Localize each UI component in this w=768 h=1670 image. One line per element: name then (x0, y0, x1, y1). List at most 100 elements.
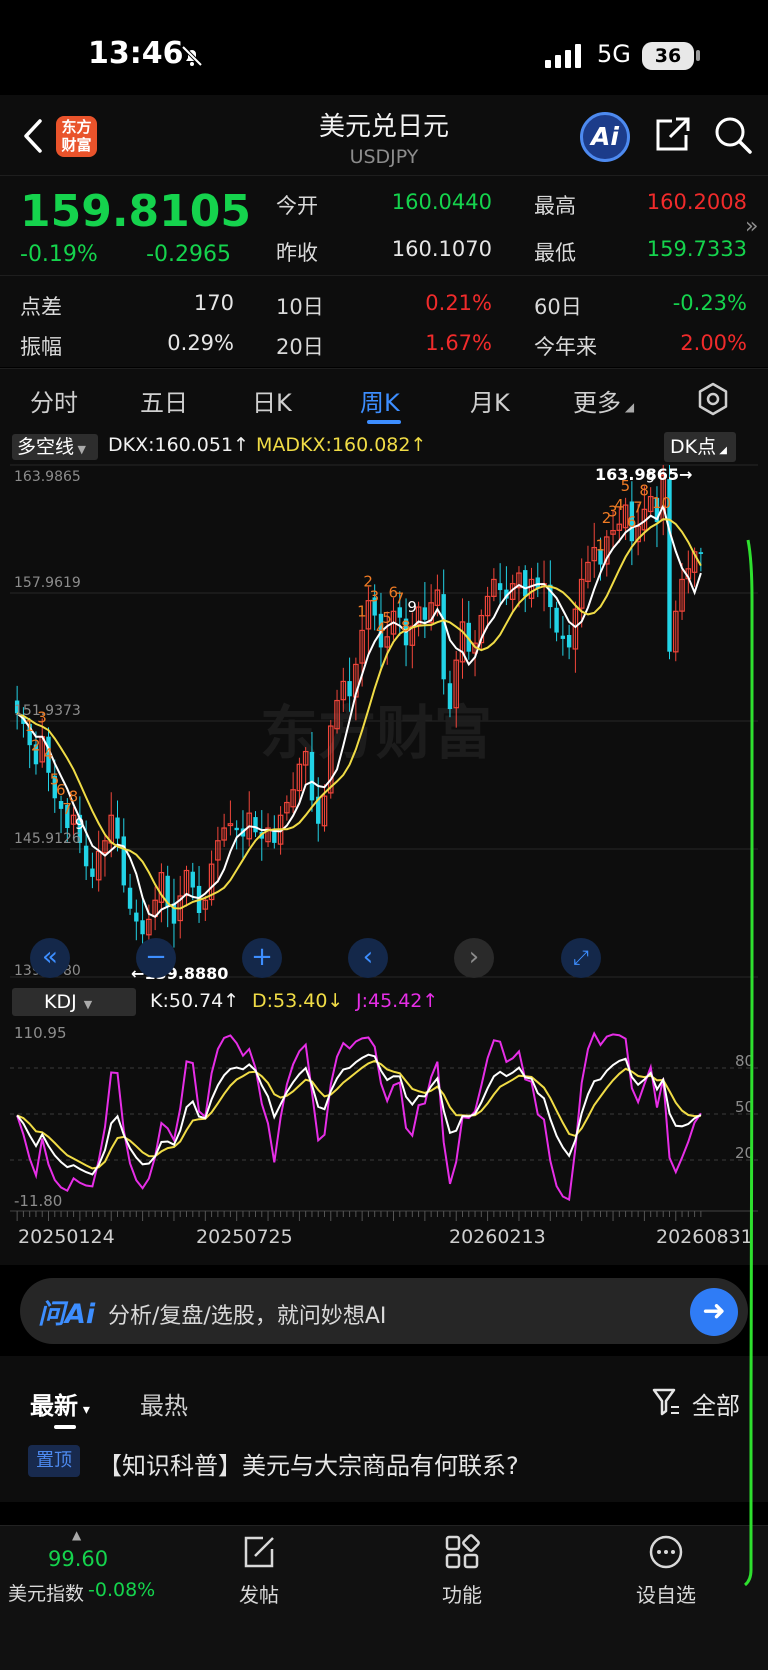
price-chart[interactable]: 东方财富 12345678912345678912345678910 163.9… (10, 463, 758, 983)
quote-divider (0, 275, 768, 276)
tab-intraday[interactable]: 分时 (30, 383, 78, 418)
candle-body (560, 635, 566, 639)
ai-prompt-text[interactable]: 分析/复盘/选股，就问妙想AI (108, 1298, 386, 1330)
candle-body (347, 681, 352, 697)
battery-cap (696, 50, 700, 61)
news-tab-hot[interactable]: 最热 (140, 1386, 188, 1421)
indicator-select[interactable]: 多空线 ▼ (12, 434, 98, 460)
candle-body (90, 868, 95, 877)
ai-button[interactable]: Ai (580, 112, 630, 162)
candle-body (121, 836, 126, 886)
last-price: 159.8105 (20, 186, 252, 237)
td-count: 9 (407, 598, 417, 616)
kdj-chart[interactable]: 110.95 -11.80 80 50 20 (10, 1018, 758, 1223)
10d-value: 0.21% (425, 291, 492, 315)
pinned-headline[interactable]: 【知识科普】美元与大宗商品有何联系? (98, 1446, 519, 1481)
candle-body (190, 871, 195, 888)
next-button[interactable]: › (454, 938, 494, 978)
post-icon[interactable] (241, 1534, 277, 1570)
dkx-value: DKX:160.051↑ (108, 434, 249, 456)
td-count: 4 (44, 745, 54, 763)
more-dots-icon[interactable] (648, 1534, 684, 1570)
td-count: 7 (633, 498, 643, 516)
y-label-4: 145.9126 (14, 831, 81, 847)
tab-more[interactable]: 更多 ◢ (573, 383, 634, 418)
news-tab-indicator (54, 1425, 76, 1429)
open-value: 160.0440 (391, 190, 492, 214)
tab-five-day[interactable]: 五日 (140, 383, 188, 418)
ai-go-button[interactable]: ➜ (690, 1288, 738, 1336)
filter-label[interactable]: 全部 (692, 1386, 740, 1421)
k-value: K:50.74↑ (150, 990, 240, 1012)
high-label: 最高 (534, 194, 576, 218)
td-count: 1 (357, 602, 367, 620)
settings-icon[interactable] (696, 382, 730, 416)
td-count: 6 (56, 781, 66, 799)
network-label: 5G (597, 40, 631, 68)
candle-body (397, 607, 402, 618)
d-value: D:53.40↓ (252, 990, 344, 1012)
td-sequence-markers: 12345678912345678912345678910 (25, 469, 671, 833)
td-count: 3 (370, 588, 380, 606)
news-tab-latest[interactable]: 最新 ▾ (30, 1386, 90, 1421)
td-count: 1 (596, 537, 606, 555)
kdj-ticks (16, 1211, 702, 1221)
nav-post[interactable]: 发帖 (209, 1579, 309, 1608)
dollar-index-change: -0.08% (88, 1579, 156, 1601)
candle-body (234, 827, 239, 831)
candle-body (447, 683, 453, 710)
dollar-index-name[interactable]: 美元指数 (8, 1579, 84, 1606)
candle-body (422, 607, 428, 620)
low-value: 159.7333 (646, 237, 747, 261)
10d-label: 10日 (276, 295, 324, 319)
battery-indicator: 36 (642, 42, 694, 70)
functions-icon[interactable] (444, 1534, 480, 1570)
signal-icon (545, 44, 581, 68)
dollar-index-value[interactable]: 99.60 (48, 1547, 108, 1571)
y-label-3: 151.9373 (14, 703, 81, 719)
chevron-down-icon: ▾ (78, 1402, 90, 1418)
nav-add-watchlist[interactable]: 设自选 (616, 1579, 716, 1608)
prev-close-value: 160.1070 (391, 237, 492, 261)
jump-start-button[interactable]: « (30, 938, 70, 978)
tab-daily[interactable]: 日K (252, 383, 292, 418)
date-label-1: 20250124 (18, 1226, 115, 1248)
candle-body (523, 570, 528, 597)
prev-button[interactable]: ‹ (348, 938, 388, 978)
zoom-out-button[interactable]: − (136, 938, 176, 978)
zoom-in-button[interactable]: + (242, 938, 282, 978)
td-count: 8 (69, 787, 79, 805)
share-icon[interactable] (652, 115, 692, 155)
td-count: 1 (25, 717, 35, 735)
candle-body (253, 817, 258, 833)
filter-icon[interactable] (652, 1387, 680, 1417)
dk-point-button[interactable]: DK点 ◢ (664, 432, 736, 462)
fullscreen-button[interactable]: ⤢ (561, 938, 601, 978)
td-count: 10 (652, 494, 671, 512)
y-label-2: 157.9619 (14, 575, 81, 591)
candle-body (115, 817, 120, 839)
nav-functions[interactable]: 功能 (412, 1579, 512, 1608)
news-tab-latest-label: 最新 (30, 1392, 78, 1420)
y-label-top: 163.9865 (14, 469, 81, 485)
prev-close-label: 昨收 (276, 241, 318, 265)
td-count: 2 (31, 736, 41, 754)
tab-monthly[interactable]: 月K (470, 383, 510, 418)
candle-body (554, 607, 559, 633)
ytd-value: 2.00% (680, 331, 747, 355)
dropdown-arrow-icon: ▼ (76, 998, 93, 1011)
kdj-y-bottom: -11.80 (14, 1192, 62, 1210)
60d-value: -0.23% (672, 291, 747, 315)
date-label-2: 20250725 (196, 1226, 293, 1248)
tab-weekly[interactable]: 周K (360, 383, 400, 418)
kdj-select[interactable]: KDJ ▼ (12, 988, 136, 1016)
d-line (16, 1059, 701, 1170)
expand-icon[interactable]: » (745, 214, 758, 239)
k-line (16, 1053, 702, 1176)
search-icon[interactable] (713, 115, 753, 155)
20d-label: 20日 (276, 335, 324, 359)
madkx-value: MADKX:160.082↑ (256, 434, 427, 456)
ytd-label: 今年来 (534, 335, 597, 359)
amplitude-value: 0.29% (167, 331, 234, 355)
spread-label: 点差 (20, 295, 62, 319)
